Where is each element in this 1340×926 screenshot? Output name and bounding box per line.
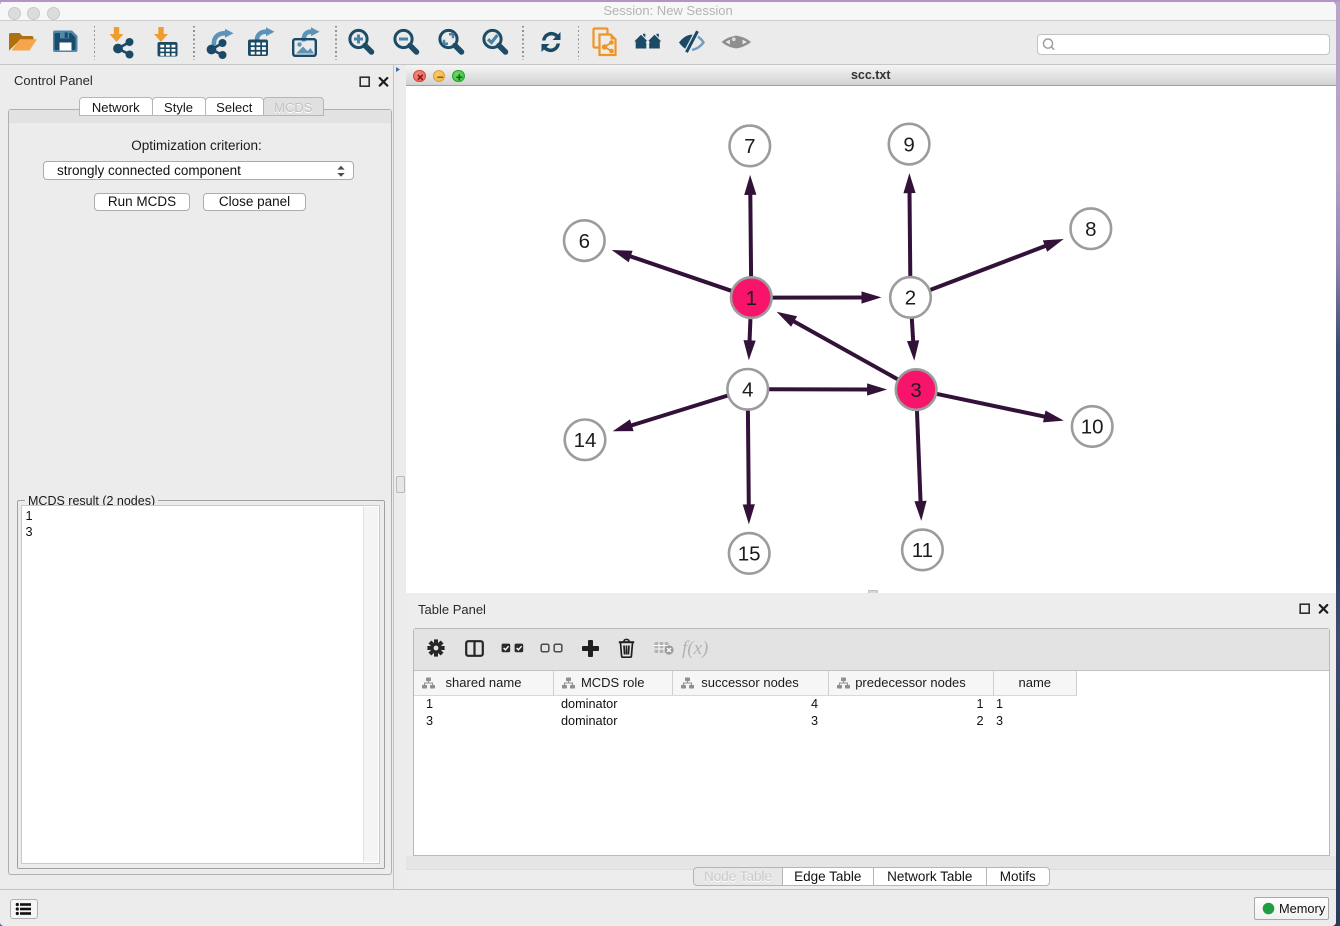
svg-text:4: 4 xyxy=(741,378,752,401)
svg-text:f(x): f(x) xyxy=(682,638,708,659)
svg-text:15: 15 xyxy=(737,542,760,565)
svg-text:6: 6 xyxy=(578,229,589,252)
svg-text:9: 9 xyxy=(903,133,914,156)
svg-text:14: 14 xyxy=(573,429,596,452)
svg-text:1: 1 xyxy=(745,286,756,309)
svg-text:Memory: Memory xyxy=(1279,901,1326,916)
svg-text:11: 11 xyxy=(911,539,932,562)
svg-text:8: 8 xyxy=(1085,218,1096,241)
svg-text:7: 7 xyxy=(744,135,755,158)
svg-text:2: 2 xyxy=(904,286,915,309)
svg-text:3: 3 xyxy=(910,378,921,401)
svg-text:10: 10 xyxy=(1080,415,1103,438)
